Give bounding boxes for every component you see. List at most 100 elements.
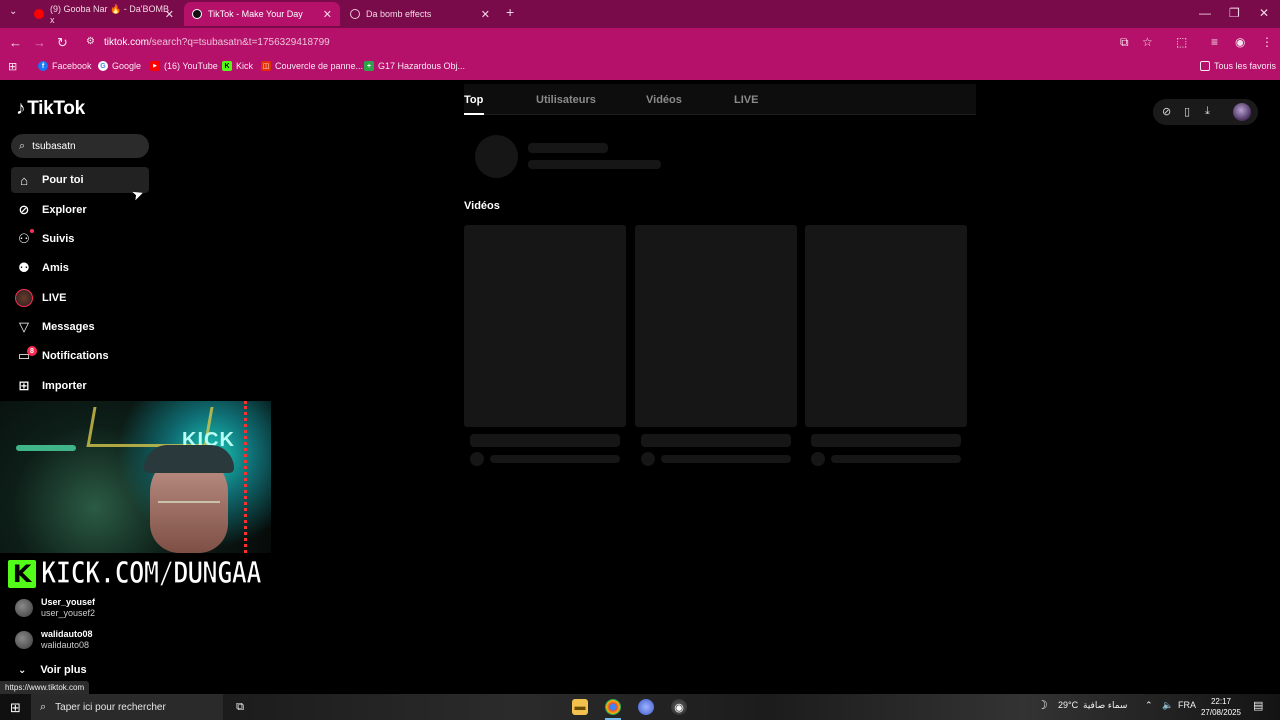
tab-search-chevron-icon[interactable]: ⌄ [9,6,17,17]
globe-favicon-icon [350,9,360,19]
obs-icon[interactable]: ◉ [671,699,687,715]
videos-section-title: Vidéos [464,200,500,212]
video-card-skeleton [805,225,967,427]
nav-label: LIVE [42,292,67,304]
weather-temp[interactable]: 29°C [1058,700,1078,710]
nav-amis[interactable]: ⚉ Amis [11,255,149,281]
avatar [15,631,33,649]
nav-label: Suivis [42,233,75,245]
kick-logo-icon: K [5,557,39,591]
youtube-icon: ▶ [150,61,160,71]
close-window-icon[interactable]: ✕ [1259,6,1269,20]
tab-live[interactable]: LIVE [734,94,758,106]
compass-icon: ⊘ [18,202,30,217]
file-explorer-icon[interactable]: ▬ [572,699,588,715]
close-tab-icon[interactable]: ✕ [165,8,174,21]
search-icon: ⌕ [19,139,26,152]
video-card-skeleton [635,225,797,427]
clock-date: 27/08/2025 [1200,708,1242,717]
notifications-badge: 8 [27,346,37,356]
volume-icon[interactable]: 🔈 [1162,700,1173,711]
minimize-icon[interactable]: — [1199,6,1211,20]
menu-kebab-icon[interactable]: ⋮ [1261,35,1273,49]
chrome-profile-icon[interactable] [638,699,654,715]
profile-icon[interactable]: ◉ [1235,35,1245,49]
user-handle-skeleton [528,160,661,169]
chevron-up-icon[interactable]: ⌃ [1145,700,1153,711]
bookmark-couvercle[interactable]: ◫ Couvercle de panne... [261,61,363,71]
windows-taskbar: ⊞ ⌕ Taper ici pour rechercher ⧉ ▬ ◉ ☽ 29… [0,694,1280,720]
nav-explorer[interactable]: ⊘ Explorer [11,197,149,223]
tab-top[interactable]: Top [464,94,483,106]
friends-icon: ⚉ [18,260,30,275]
browser-tab-tiktok[interactable]: TikTok - Make Your Day ✕ [184,2,340,26]
tab-utilisateurs[interactable]: Utilisateurs [536,94,596,106]
tab-videos[interactable]: Vidéos [646,94,682,106]
download-icon[interactable]: ⤓ [1205,105,1210,118]
bookmark-g17[interactable]: + G17 Hazardous Obj... [364,61,465,71]
phone-app-icon[interactable]: ▯ [1184,105,1190,118]
taskbar-search-input[interactable]: ⌕ Taper ici pour rechercher [31,694,223,720]
webcam-person-cap [144,445,234,473]
site-info-icon[interactable]: ⚙ [86,36,95,47]
back-arrow-icon[interactable]: ← [9,35,22,50]
browser-tab-dabomb[interactable]: Da bomb effects ✕ [342,2,498,26]
home-icon: ⌂ [20,172,28,188]
nav-label: Notifications [42,350,109,362]
bookmark-youtube[interactable]: ▶ (16) YouTube [150,61,218,71]
chrome-icon[interactable] [605,699,621,715]
video-avatar-skeleton [641,452,655,466]
tab-title: Da bomb effects [366,9,432,19]
browser-tab-youtube[interactable]: (9) Gooba Nar 🔥 - Da'BOMB x ✕ [26,2,182,26]
chevron-down-icon: ⌄ [18,664,27,676]
active-tab-indicator [464,113,484,115]
forward-arrow-icon[interactable]: → [33,35,46,50]
taskbar-clock[interactable]: 22:17 27/08/2025 [1198,696,1244,718]
profile-avatar[interactable] [1233,103,1251,121]
all-bookmarks-folder[interactable]: Tous les favoris [1200,61,1276,71]
tiktok-favicon-icon [192,9,202,19]
bookmark-kick[interactable]: K Kick [222,61,253,71]
language-indicator[interactable]: FRA [1178,700,1196,710]
new-tab-button[interactable]: + [506,4,514,20]
weather-icon[interactable]: ☽ [1037,698,1048,712]
nav-label: Importer [42,380,87,392]
tab-title: (9) Gooba Nar 🔥 - Da'BOMB x [50,3,169,25]
coin-icon[interactable]: ⊘ [1162,105,1171,118]
nav-live[interactable]: ● LIVE [11,285,149,311]
install-app-icon[interactable]: ⧉ [1120,35,1129,50]
nav-messages[interactable]: ▽ Messages [11,314,149,340]
see-more-button[interactable]: ⌄ Voir plus [18,664,87,676]
search-input[interactable]: ⌕ tsubasatn [11,134,149,158]
kick-channel-text: KICK.COM/DUNGAA [41,556,263,592]
close-tab-icon[interactable]: ✕ [481,8,490,21]
avatar [15,599,33,617]
media-icon[interactable]: ≡ [1211,35,1218,49]
address-bar[interactable]: tiktok.com/search?q=tsubasatn&t=17563294… [104,34,330,50]
bookmark-facebook[interactable]: f Facebook [38,61,92,71]
extensions-icon[interactable]: ⬚ [1176,35,1187,49]
bookmark-label: Kick [236,61,254,71]
aliexpress-icon: ◫ [261,61,271,71]
bookmark-google[interactable]: G Google [98,61,141,71]
restore-icon[interactable]: ❐ [1229,6,1240,20]
reload-icon[interactable]: ↻ [57,35,68,51]
nav-pour-toi[interactable]: ⌂ Pour toi [11,167,149,193]
task-view-icon[interactable]: ⧉ [232,699,248,715]
action-center-icon[interactable]: ▤ [1253,699,1263,712]
video-author-skeleton [490,455,620,463]
tiktok-logo[interactable]: ♪ TikTok [16,98,85,120]
weather-description: سماء صافية [1083,700,1128,710]
apps-grid-icon[interactable]: ⊞ [8,60,17,73]
logo-text: TikTok [27,98,85,119]
close-tab-icon[interactable]: ✕ [323,8,332,21]
nav-importer[interactable]: ⊞ Importer [11,373,149,399]
webcam-decor [16,445,76,451]
bookmark-label: Google [112,61,142,71]
following-account[interactable]: User_yousef user_yousef2 [15,597,95,619]
video-author-skeleton [661,455,791,463]
bookmark-star-icon[interactable]: ☆ [1142,35,1153,49]
windows-start-icon[interactable]: ⊞ [10,700,21,716]
following-account[interactable]: walidauto08 walidauto08 [15,629,93,651]
browser-tab-bar: ⌄ (9) Gooba Nar 🔥 - Da'BOMB x ✕ TikTok -… [0,0,1280,28]
